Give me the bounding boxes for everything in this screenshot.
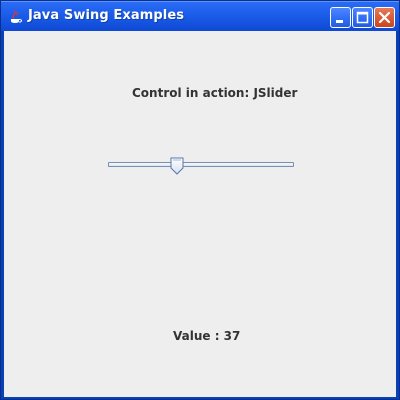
content-pane: Control in action: JSlider Value : 37 — [4, 31, 396, 397]
window-title: Java Swing Examples — [28, 8, 185, 23]
value-label: Value : 37 — [173, 329, 241, 343]
value-slider[interactable] — [108, 154, 294, 178]
app-window: Java Swing Examples Control in action: J… — [0, 0, 400, 400]
slider-thumb[interactable] — [170, 157, 184, 175]
close-button[interactable] — [374, 7, 395, 28]
title-bar[interactable]: Java Swing Examples — [1, 1, 399, 31]
minimize-button[interactable] — [330, 7, 351, 28]
header-label: Control in action: JSlider — [132, 86, 298, 100]
slider-track[interactable] — [108, 162, 294, 167]
java-cup-icon[interactable] — [7, 9, 23, 25]
close-icon — [378, 11, 391, 24]
maximize-button[interactable] — [352, 7, 373, 28]
maximize-icon — [356, 11, 369, 24]
minimize-icon — [336, 20, 343, 23]
